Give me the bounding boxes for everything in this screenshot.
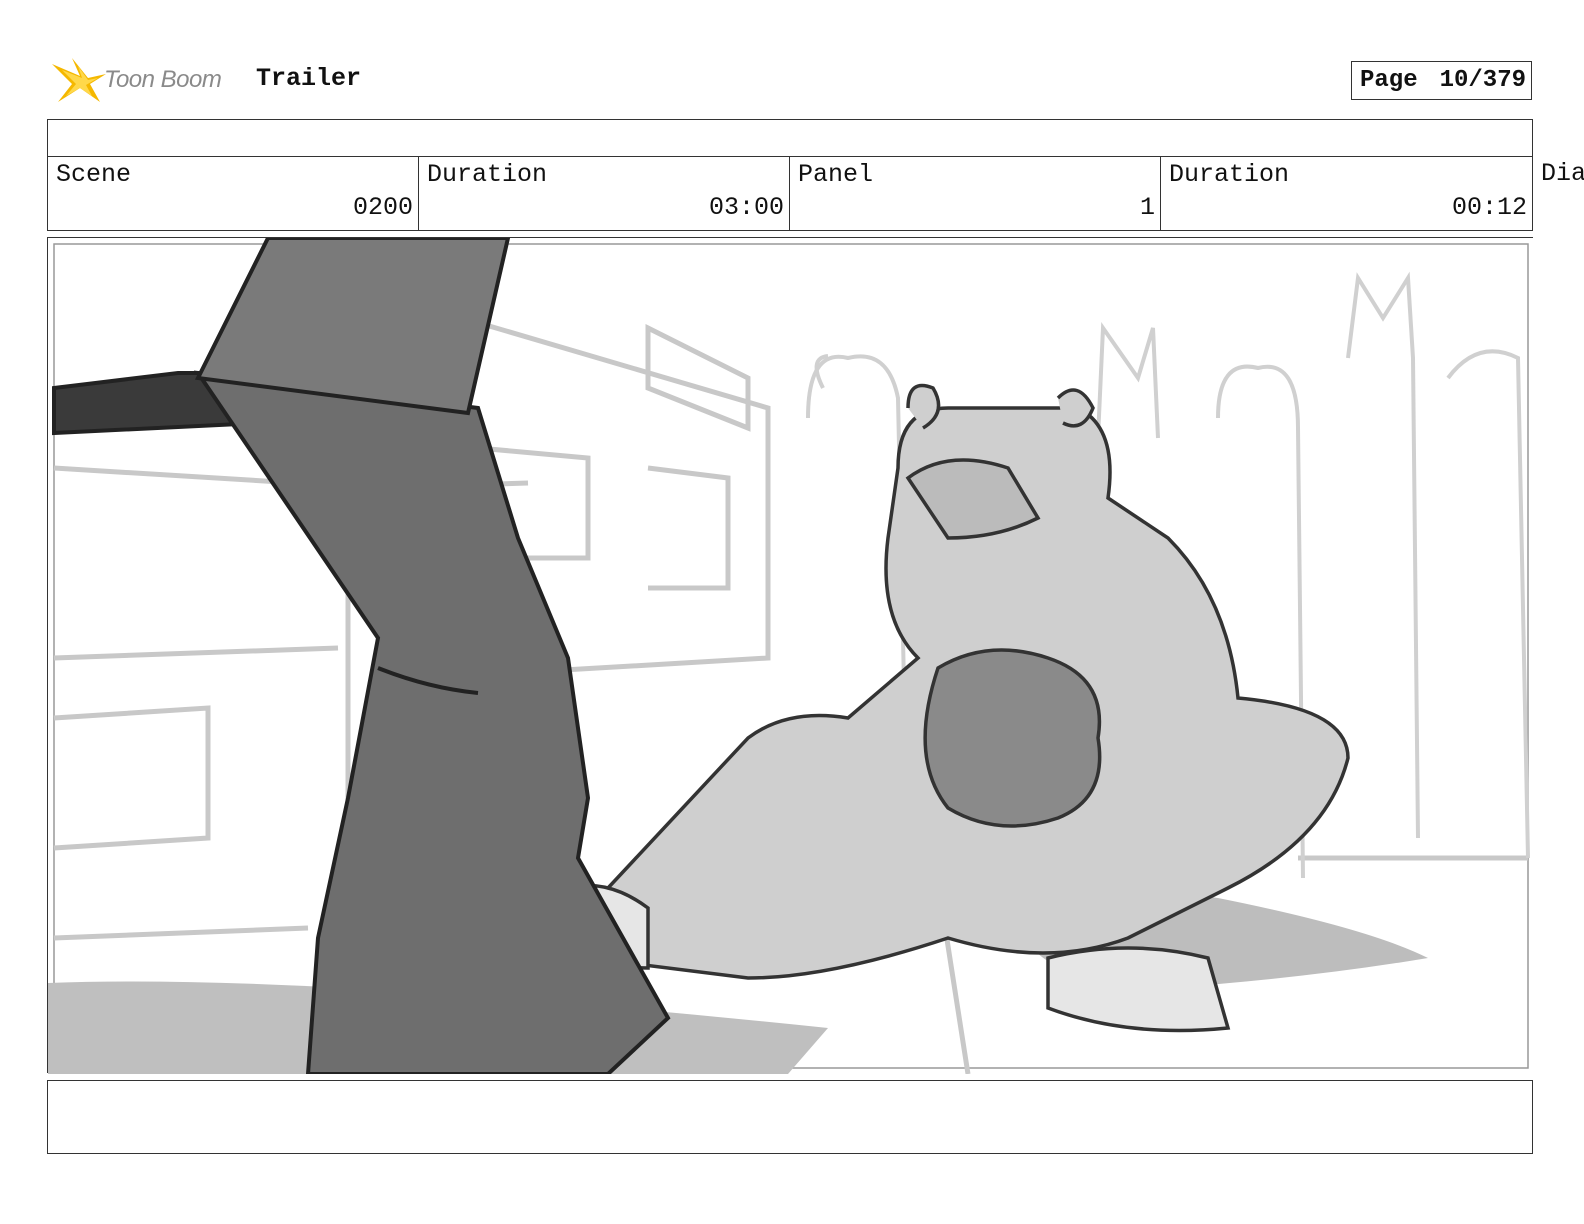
scene-duration-label: Duration (427, 160, 548, 189)
caption-box (47, 1080, 1533, 1154)
scene-label: Scene (56, 160, 132, 189)
starburst-icon (52, 58, 106, 102)
page-indicator: Page 10/379 (1351, 61, 1532, 100)
dialog-label-clipped: Dia (1541, 159, 1584, 188)
scene-cell: Scene 0200 (48, 157, 419, 230)
panel-info-row: Scene 0200 Duration 03:00 Panel 1 Durati… (47, 156, 1533, 231)
panel-value: 1 (1139, 193, 1155, 222)
scene-duration-value: 03:00 (708, 193, 784, 222)
project-title: Trailer (256, 64, 362, 93)
scene-duration-cell: Duration 03:00 (419, 157, 790, 230)
panel-duration-cell: Duration 00:12 (1161, 157, 1532, 230)
brand-name: Toon Boom (104, 66, 222, 93)
panel-cell: Panel 1 (790, 157, 1161, 230)
sketch-image (48, 238, 1534, 1074)
toon-boom-logo: Toon Boom (50, 56, 240, 106)
page-label: Page (1360, 67, 1418, 94)
panel-duration-value: 00:12 (1451, 193, 1527, 222)
scene-value: 0200 (352, 193, 413, 222)
panel-label: Panel (798, 160, 874, 189)
panel-duration-label: Duration (1169, 160, 1290, 189)
storyboard-panel (47, 237, 1534, 1074)
header-strip (47, 119, 1533, 156)
page-number: 10/379 (1439, 67, 1526, 94)
